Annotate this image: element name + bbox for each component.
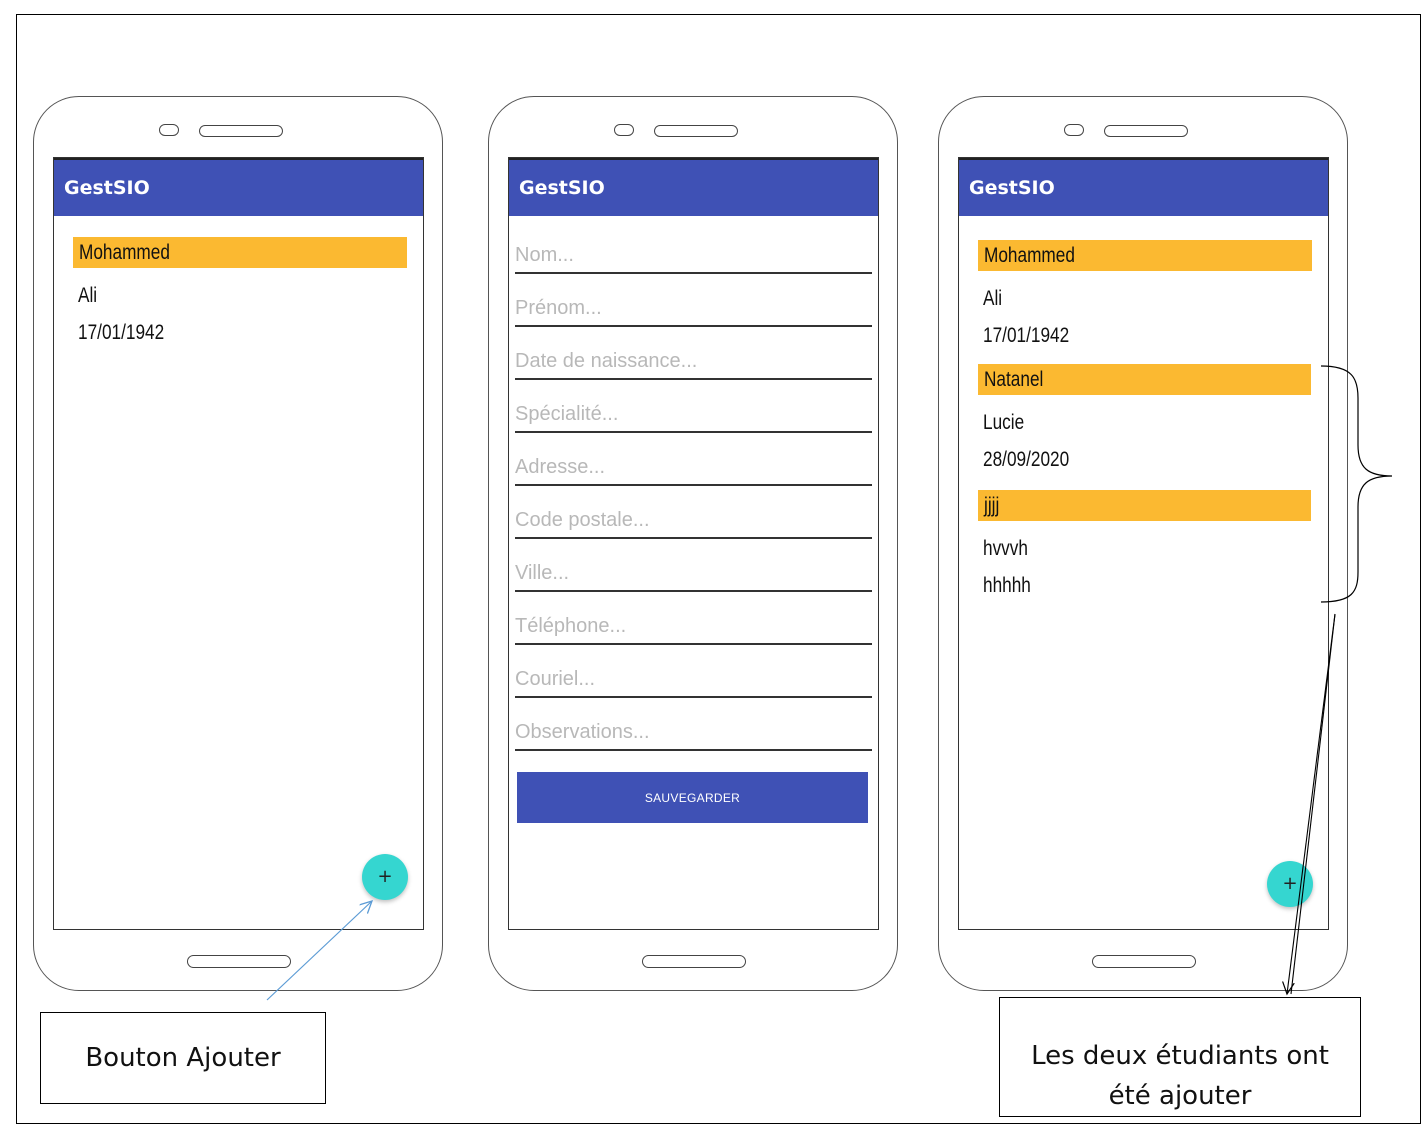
student-firstname: hvvvh <box>983 537 1028 560</box>
add-button[interactable]: + <box>1267 861 1313 907</box>
app-title: GestSIO <box>519 177 605 199</box>
courriel-field[interactable] <box>515 644 872 698</box>
code-postal-field[interactable] <box>515 485 872 539</box>
app-bar: GestSIO <box>54 158 423 216</box>
student-birthdate: 17/01/1942 <box>983 324 1070 347</box>
phone-add-form: GestSIO SAUVEGARDER <box>488 96 898 991</box>
student-firstname: Ali <box>983 287 1003 310</box>
camera-icon <box>159 124 179 136</box>
speaker-icon <box>1104 125 1188 137</box>
phone-list-initial: GestSIO Mohammed Ali 17/01/1942 + <box>33 96 443 991</box>
home-button <box>642 955 746 968</box>
speaker-icon <box>654 125 738 137</box>
speaker-icon <box>199 125 283 137</box>
prenom-input[interactable] <box>515 291 872 327</box>
specialite-field[interactable] <box>515 379 872 433</box>
phone-list-updated: GestSIO Mohammed Ali 17/01/1942 Natanel … <box>938 96 1348 991</box>
ville-field[interactable] <box>515 538 872 592</box>
nom-input[interactable] <box>515 238 872 274</box>
ville-input[interactable] <box>515 556 872 592</box>
courriel-input[interactable] <box>515 662 872 698</box>
student-birthdate: 17/01/1942 <box>78 321 165 344</box>
student-name-bar[interactable]: Natanel <box>978 364 1311 395</box>
student-name: jjjj <box>984 494 1000 517</box>
adresse-field[interactable] <box>515 432 872 486</box>
home-button <box>1092 955 1196 968</box>
telephone-input[interactable] <box>515 609 872 645</box>
add-button[interactable]: + <box>362 854 408 900</box>
student-name: Mohammed <box>79 241 170 264</box>
student-firstname: Ali <box>78 284 98 307</box>
app-title: GestSIO <box>969 177 1055 199</box>
camera-icon <box>614 124 634 136</box>
student-name-bar[interactable]: Mohammed <box>978 240 1312 271</box>
callout-line-2: été ajouter <box>1108 1081 1252 1111</box>
nom-field[interactable] <box>515 220 872 274</box>
specialite-input[interactable] <box>515 397 872 433</box>
callout-students-added: Les deux étudiants ont été ajouter <box>999 997 1361 1117</box>
code-postal-input[interactable] <box>515 503 872 539</box>
callout-line-1: Les deux étudiants ont <box>1031 1041 1329 1071</box>
student-firstname: Lucie <box>983 411 1025 434</box>
date-naissance-field[interactable] <box>515 326 872 380</box>
student-birthdate: hhhhh <box>983 574 1031 597</box>
student-name-bar[interactable]: Mohammed <box>73 237 407 268</box>
adresse-input[interactable] <box>515 450 872 486</box>
observations-input[interactable] <box>515 715 872 751</box>
camera-icon <box>1064 124 1084 136</box>
student-name: Mohammed <box>984 244 1075 267</box>
student-birthdate: 28/09/2020 <box>983 448 1070 471</box>
callout-add-button-text: Bouton Ajouter <box>85 1043 281 1073</box>
phone-screen: GestSIO Mohammed Ali 17/01/1942 Natanel … <box>958 157 1329 930</box>
student-name: Natanel <box>984 368 1044 391</box>
callout-add-button: Bouton Ajouter <box>40 1012 326 1104</box>
telephone-field[interactable] <box>515 591 872 645</box>
date-naissance-input[interactable] <box>515 344 872 380</box>
phone-screen: GestSIO SAUVEGARDER <box>508 157 879 930</box>
student-name-bar[interactable]: jjjj <box>978 490 1311 521</box>
observations-field[interactable] <box>515 697 872 751</box>
app-bar: GestSIO <box>509 158 878 216</box>
prenom-field[interactable] <box>515 273 872 327</box>
phone-screen: GestSIO Mohammed Ali 17/01/1942 + <box>53 157 424 930</box>
home-button <box>187 955 291 968</box>
save-button[interactable]: SAUVEGARDER <box>517 772 868 823</box>
app-bar: GestSIO <box>959 158 1328 216</box>
app-title: GestSIO <box>64 177 150 199</box>
